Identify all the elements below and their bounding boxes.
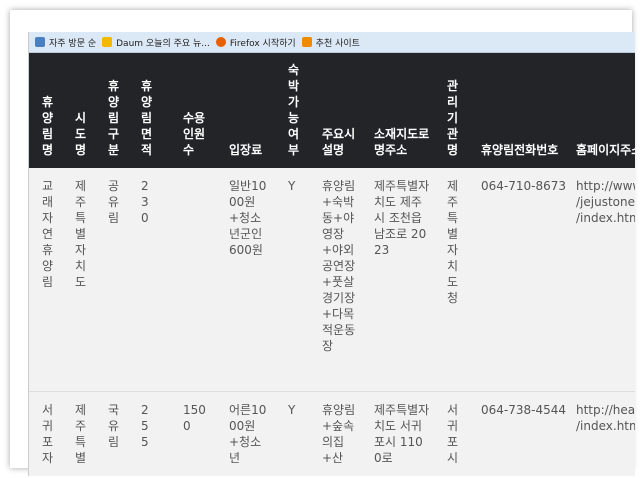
cell-address: 제주특별자치도 서귀포시 1100로 xyxy=(374,403,430,465)
column-header-region[interactable]: 시도명 xyxy=(75,110,88,158)
cell-homepage[interactable]: http://heali /index.htm xyxy=(576,402,635,434)
table-row: 교래자연휴양림 제주특별자치도 공유림 230 일반1000원+청소년군인600원 Y 휴양… xyxy=(29,168,635,392)
recommended-icon xyxy=(301,37,312,47)
column-header-fee[interactable]: 입장료 xyxy=(229,142,269,158)
cell-type: 국유림 xyxy=(108,403,120,449)
cell-name: 서귀포자 xyxy=(42,403,54,465)
bookmark-label: 자주 방문 순 xyxy=(49,38,97,49)
table-row: 서귀포자 제주특별 국유림 255 1500 어른1000원+청소년 Y 휴양림+숲속의집+산… xyxy=(29,392,635,476)
column-header-agency[interactable]: 관리기관명 xyxy=(447,78,460,158)
column-header-phone[interactable]: 휴양림전화번호 xyxy=(481,142,567,158)
column-header-name[interactable]: 휴양림명 xyxy=(42,94,55,158)
cell-agency: 제주특별자치도청 xyxy=(447,179,459,305)
cell-lodging: Y xyxy=(288,179,296,193)
cell-phone: 064-710-8673 xyxy=(481,179,567,193)
cell-region: 제주특별자치도 xyxy=(75,179,87,289)
firefox-icon xyxy=(215,37,226,47)
column-header-capacity[interactable]: 수용인원수 xyxy=(183,110,209,158)
cell-area: 230 xyxy=(141,179,149,225)
cell-fee: 어른1000원+청소년 xyxy=(229,403,267,465)
bookmark-item[interactable]: Firefox 시작하기 xyxy=(215,36,296,49)
cell-region: 제주특별 xyxy=(75,403,87,465)
cell-area: 255 xyxy=(141,403,149,449)
bookmark-label: Firefox 시작하기 xyxy=(229,38,296,49)
cell-agency: 서귀포시 xyxy=(447,403,459,465)
browser-viewport: 자주 방문 순 Daum 오늘의 주요 뉴... Firefox 시작하기 추천 사이… xyxy=(28,32,635,476)
column-header-facilities[interactable]: 주요시설명 xyxy=(322,126,360,158)
cell-homepage[interactable]: http://www /jejustonep /index.htm xyxy=(576,178,635,226)
cell-facilities: 휴양림+숲속의집+산 xyxy=(322,403,356,465)
cell-lodging: Y xyxy=(288,403,296,417)
column-header-lodging[interactable]: 숙박가능여부 xyxy=(288,62,301,158)
bookmark-label: Daum 오늘의 주요 뉴... xyxy=(116,38,210,49)
daum-icon xyxy=(102,37,113,47)
cell-name: 교래자연휴양림 xyxy=(42,179,54,289)
bookmark-item[interactable]: Daum 오늘의 주요 뉴... xyxy=(102,36,210,49)
cell-phone: 064-738-4544 xyxy=(481,403,567,417)
table-header: 휴양림명 시도명 휴양림구분 휴양림면적 수용인원수입장료 숙박가능여부주요시설명 소재지도… xyxy=(29,53,635,168)
cell-facilities: 휴양림+숙박동+야영장+야외공연장+풋살경기장+다목적운동장 xyxy=(322,179,356,353)
column-header-address[interactable]: 소재지도로명주소 xyxy=(374,126,430,158)
window-frame: 자주 방문 순 Daum 오늘의 주요 뉴... Firefox 시작하기 추천 사이… xyxy=(10,10,635,476)
bookmarks-toolbar: 자주 방문 순 Daum 오늘의 주요 뉴... Firefox 시작하기 추천 사이… xyxy=(29,32,635,53)
cell-address: 제주특별자치도 제주시 조천읍 남조로 2023 xyxy=(374,179,430,257)
frequent-icon xyxy=(35,37,45,47)
bookmark-item[interactable]: 추천 사이트 xyxy=(301,36,360,49)
cell-type: 공유림 xyxy=(108,179,120,225)
column-header-area[interactable]: 휴양림면적 xyxy=(141,78,154,158)
column-header-type[interactable]: 휴양림구분 xyxy=(108,78,121,158)
bookmark-label: 추천 사이트 xyxy=(315,38,360,49)
cell-fee: 일반1000원+청소년군인600원 xyxy=(229,179,267,257)
bookmark-item[interactable]: 자주 방문 순 xyxy=(35,36,96,49)
cell-capacity: 1500 xyxy=(183,403,206,433)
column-header-homepage[interactable]: 홈페이지주소 xyxy=(576,142,635,158)
